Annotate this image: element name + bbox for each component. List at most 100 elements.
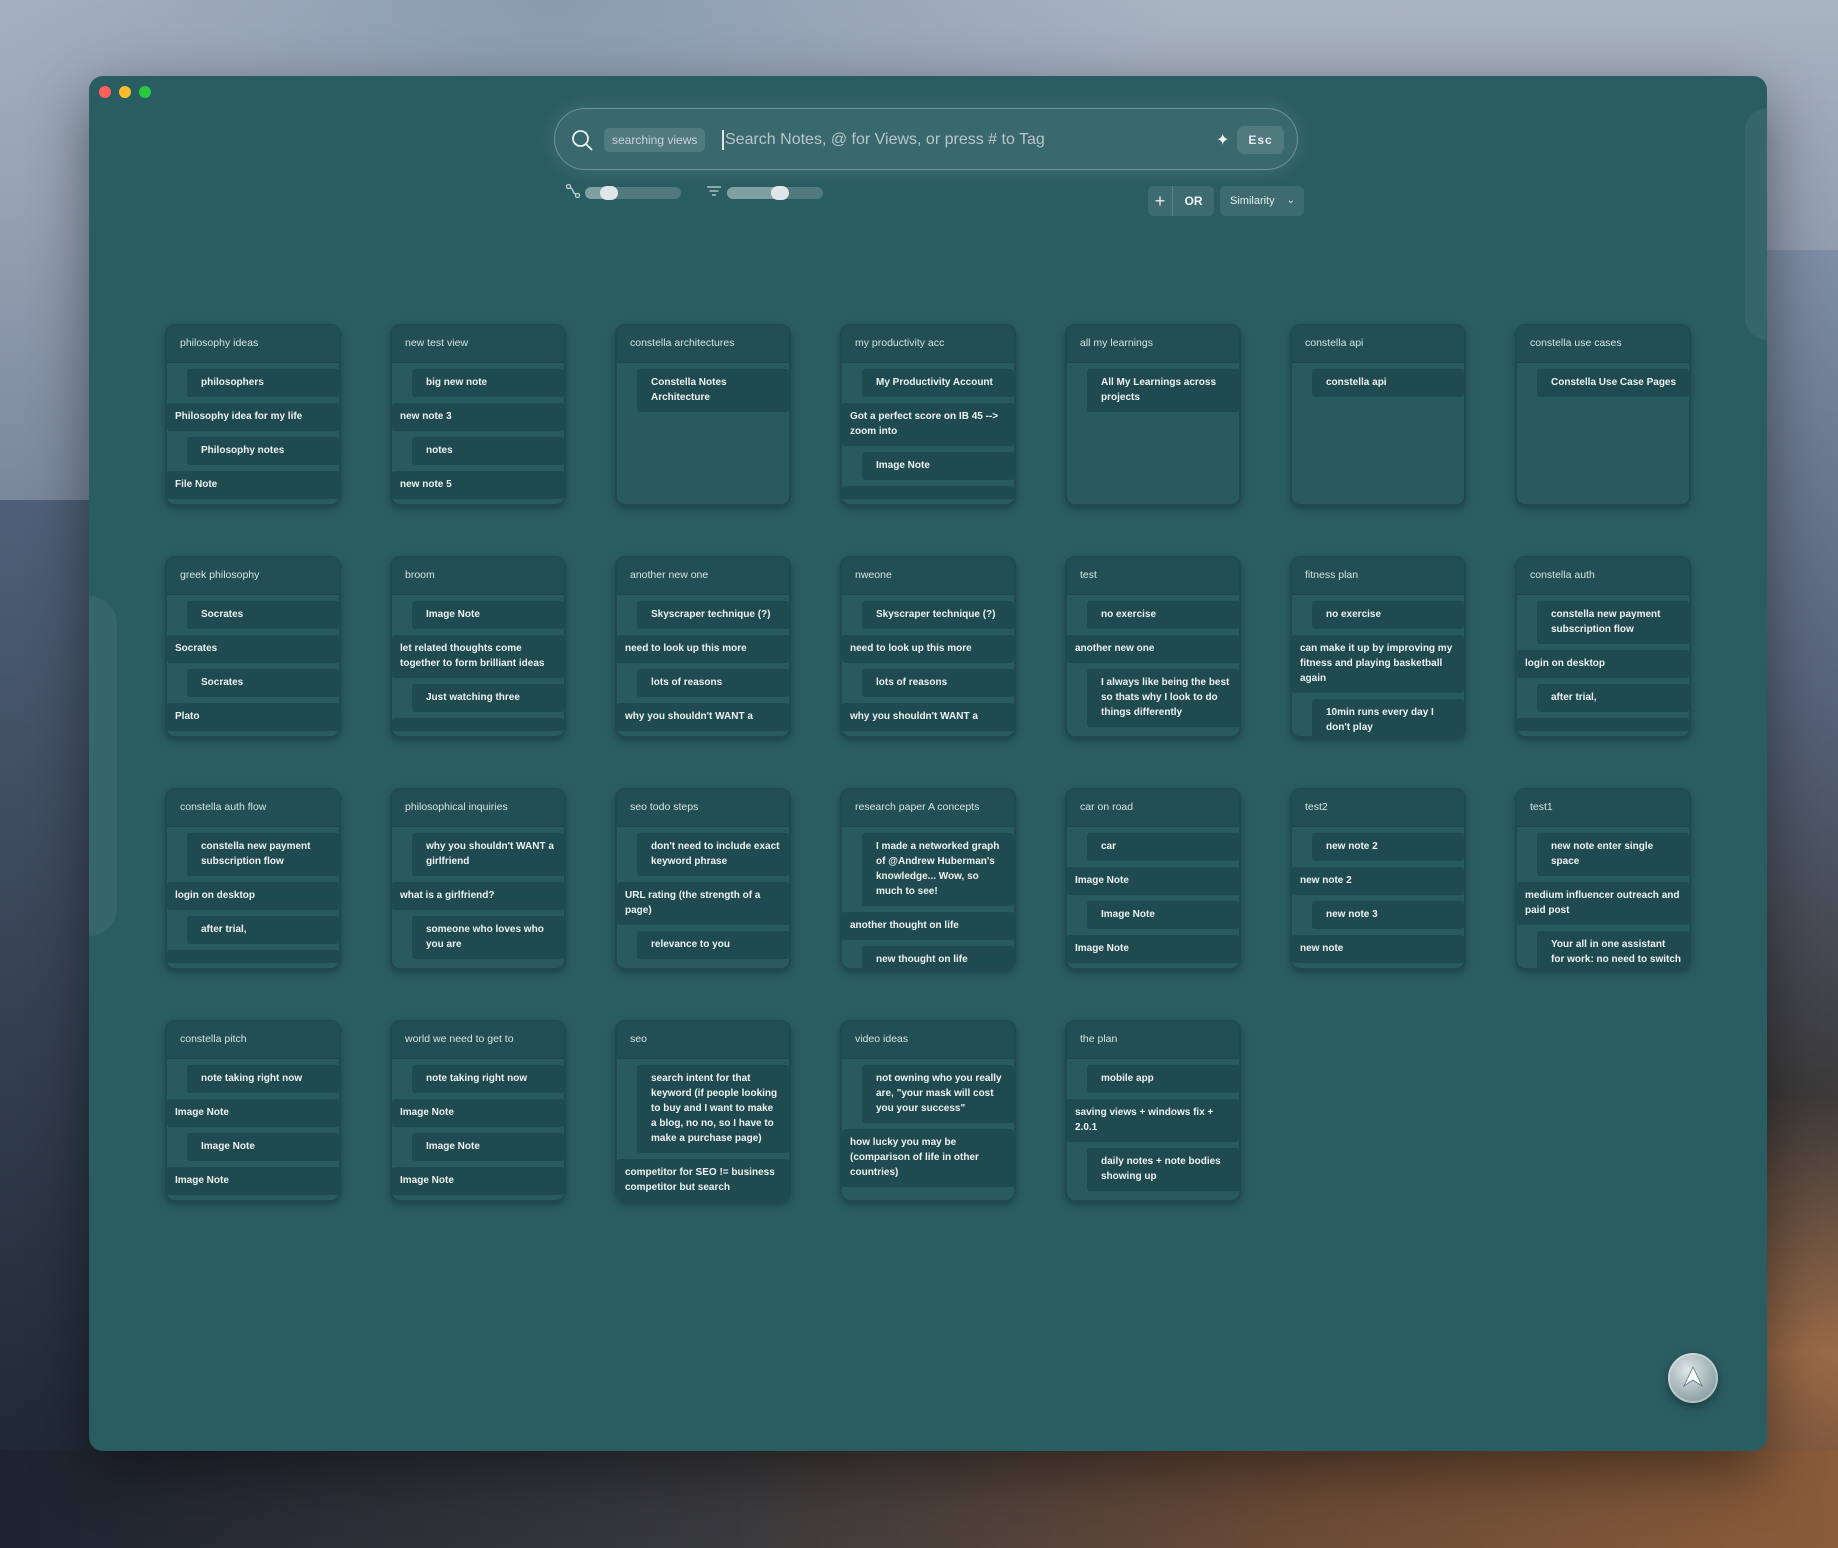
note-item[interactable]: Image Note — [392, 1167, 564, 1195]
view-card[interactable]: new test view big new note new note 3 notes… — [390, 324, 566, 506]
note-item[interactable]: new note 3 — [392, 403, 564, 431]
close-window-button[interactable] — [99, 86, 111, 98]
view-card[interactable]: car on road car Image Note Image Note Image … — [1065, 788, 1241, 970]
search-mode-chip[interactable]: searching views — [604, 128, 706, 152]
esc-button[interactable]: Esc — [1237, 126, 1284, 154]
note-item[interactable]: 10min runs every day I don't play — [1312, 699, 1464, 736]
view-card[interactable]: world we need to get to note taking right… — [390, 1020, 566, 1202]
note-item[interactable] — [167, 950, 339, 963]
note-item[interactable]: can make it up by improving my fitness a… — [1292, 635, 1464, 693]
view-card[interactable]: constella auth flow constella new payment… — [165, 788, 341, 970]
view-card[interactable]: constella architectures Constella Notes A… — [615, 324, 791, 506]
note-item[interactable]: Skyscraper technique (?) — [862, 601, 1014, 629]
sort-dropdown[interactable]: Similarity ⌄ — [1220, 186, 1304, 216]
view-card[interactable]: constella auth constella new payment subs… — [1515, 556, 1691, 738]
note-item[interactable]: Image Note — [167, 1099, 339, 1127]
note-item[interactable]: constella new payment subscription flow — [1537, 601, 1689, 644]
note-item[interactable]: new note enter single space — [1537, 833, 1689, 876]
note-item[interactable]: after trial, — [1537, 684, 1689, 712]
view-card[interactable]: fitness plan no exercise can make it up by… — [1290, 556, 1466, 738]
note-item[interactable]: new note — [1292, 935, 1464, 963]
note-item[interactable]: All My Learnings across projects — [1087, 369, 1239, 412]
note-item[interactable]: URL rating (the strength of a page) — [617, 882, 789, 925]
note-item[interactable]: File Note — [167, 471, 339, 499]
note-item[interactable]: how lucky you may be (comparison of life… — [842, 1129, 1014, 1187]
note-item[interactable]: need to look up this more — [617, 635, 789, 663]
view-card[interactable]: philosophical inquiries why you shouldn't… — [390, 788, 566, 970]
note-item[interactable]: Got a perfect score on IB 45 --> zoom in… — [842, 403, 1014, 446]
note-item[interactable]: Image Note — [1067, 867, 1239, 895]
note-item[interactable]: Image Note — [187, 1133, 339, 1161]
note-item[interactable]: big new note — [412, 369, 564, 397]
note-item[interactable]: not owning who you really are, "your mas… — [862, 1065, 1014, 1123]
note-item[interactable]: Plato — [167, 703, 339, 731]
constella-assistant-button[interactable] — [1668, 1353, 1718, 1403]
view-card[interactable]: test1 new note enter single space medium i… — [1515, 788, 1691, 970]
note-item[interactable]: note taking right now — [187, 1065, 339, 1093]
note-item[interactable]: Image Note — [167, 1167, 339, 1195]
note-item[interactable]: why you shouldn't WANT a girlfriend — [412, 833, 564, 876]
view-card[interactable]: my productivity acc My Productivity Accou… — [840, 324, 1016, 506]
note-item[interactable]: lots of reasons — [637, 669, 789, 697]
note-item[interactable]: don't need to include exact keyword phra… — [637, 833, 789, 876]
note-item[interactable]: Philosophy idea for my life — [167, 403, 339, 431]
note-item[interactable]: after trial, — [187, 916, 339, 944]
view-card[interactable]: test no exercise another new one I always l… — [1065, 556, 1241, 738]
note-item[interactable]: new note 2 — [1312, 833, 1464, 861]
note-item[interactable]: constella api — [1312, 369, 1464, 397]
search-bar[interactable]: searching views ✦ Esc — [554, 108, 1298, 170]
note-item[interactable]: Your all in one assistant for work: no n… — [1537, 931, 1689, 968]
note-item[interactable]: Image Note — [862, 452, 1014, 480]
note-item[interactable]: Image Note — [412, 1133, 564, 1161]
view-card[interactable]: test2 new note 2 new note 2 new note 3 new n… — [1290, 788, 1466, 970]
note-item[interactable]: login on desktop — [1517, 650, 1689, 678]
note-item[interactable] — [842, 486, 1014, 499]
note-item[interactable]: Just watching three — [412, 684, 564, 712]
view-card[interactable]: research paper A concepts I made a networ… — [840, 788, 1016, 970]
note-item[interactable]: Socrates — [167, 635, 339, 663]
note-item[interactable]: why you shouldn't WANT a — [842, 703, 1014, 731]
note-item[interactable]: what is a girlfriend? — [392, 882, 564, 910]
view-card[interactable]: broom Image Note let related thoughts come… — [390, 556, 566, 738]
note-item[interactable]: My Productivity Account — [862, 369, 1014, 397]
view-card[interactable]: nweone Skyscraper technique (?) need to lo… — [840, 556, 1016, 738]
note-item[interactable]: medium influencer outreach and paid post — [1517, 882, 1689, 925]
note-item[interactable]: note taking right now — [412, 1065, 564, 1093]
note-item[interactable]: another thought on life — [842, 912, 1014, 940]
note-item[interactable] — [1517, 718, 1689, 731]
note-item[interactable]: another new one — [1067, 635, 1239, 663]
view-card[interactable]: constella pitch note taking right now Imag… — [165, 1020, 341, 1202]
note-item[interactable]: login on desktop — [167, 882, 339, 910]
zoom-window-button[interactable] — [139, 86, 151, 98]
view-card[interactable]: greek philosophy Socrates Socrates Socrates… — [165, 556, 341, 738]
connection-slider[interactable] — [585, 186, 681, 200]
note-item[interactable]: lots of reasons — [862, 669, 1014, 697]
connection-slider-knob[interactable] — [600, 186, 618, 200]
view-card[interactable]: philosophy ideas philosophers Philosophy i… — [165, 324, 341, 506]
note-item[interactable]: need to look up this more — [842, 635, 1014, 663]
or-toggle-button[interactable]: OR — [1173, 194, 1214, 208]
search-input[interactable] — [722, 123, 1205, 157]
note-item[interactable]: car — [1087, 833, 1239, 861]
note-item[interactable]: Image Note — [1087, 901, 1239, 929]
note-item[interactable] — [392, 718, 564, 731]
view-card[interactable]: another new one Skyscraper technique (?) n… — [615, 556, 791, 738]
minimize-window-button[interactable] — [119, 86, 131, 98]
view-card[interactable]: all my learnings All My Learnings across … — [1065, 324, 1241, 506]
note-item[interactable]: search intent for that keyword (if peopl… — [637, 1065, 789, 1153]
note-item[interactable]: Image Note — [1067, 935, 1239, 963]
note-item[interactable]: Constella Use Case Pages — [1537, 369, 1689, 397]
note-item[interactable]: new note 3 — [1312, 901, 1464, 929]
note-item[interactable]: someone who loves who you are — [412, 916, 564, 959]
add-filter-button[interactable]: + — [1148, 186, 1173, 216]
note-item[interactable]: Philosophy notes — [187, 437, 339, 465]
note-item[interactable]: Image Note — [412, 601, 564, 629]
note-item[interactable]: let related thoughts come together to fo… — [392, 635, 564, 678]
note-item[interactable]: competitor for SEO != business competito… — [617, 1159, 789, 1200]
note-item[interactable]: Skyscraper technique (?) — [637, 601, 789, 629]
note-item[interactable]: I made a networked graph of @Andrew Hube… — [862, 833, 1014, 906]
note-item[interactable]: saving views + windows fix + 2.0.1 — [1067, 1099, 1239, 1142]
left-panel-handle[interactable] — [89, 596, 117, 936]
note-item[interactable]: Socrates — [187, 601, 339, 629]
note-item[interactable]: relevance to you — [637, 931, 789, 959]
